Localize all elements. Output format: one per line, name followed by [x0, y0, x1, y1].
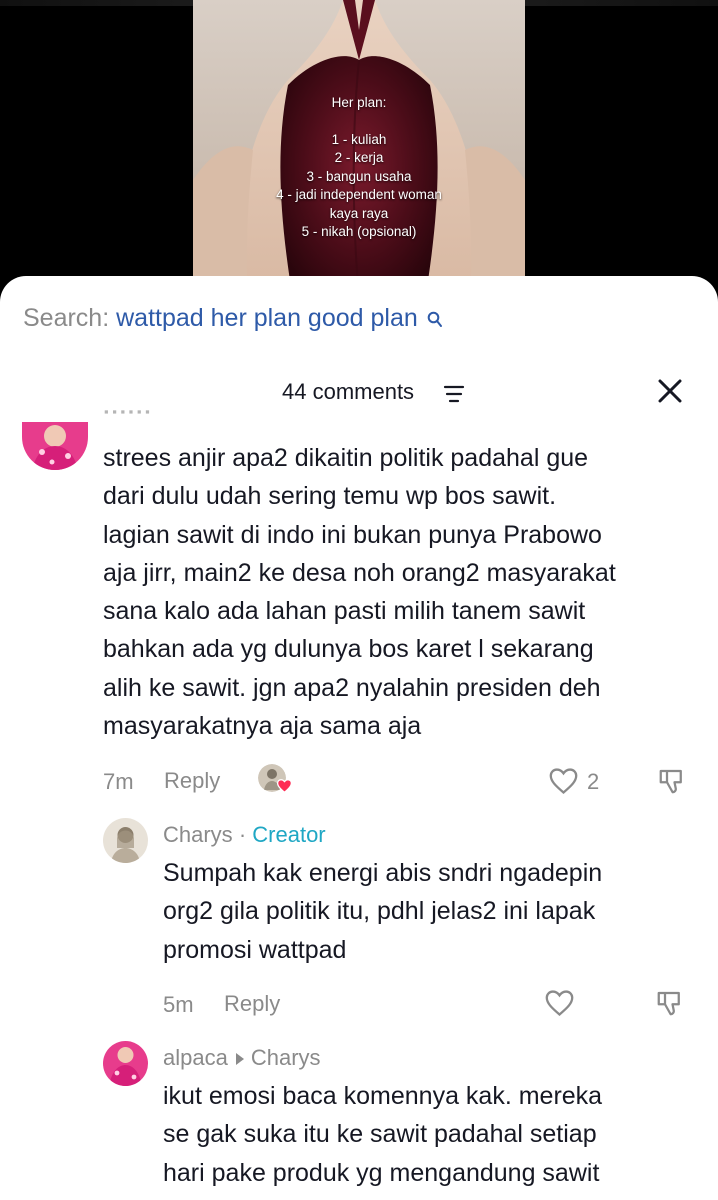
reply-line: promosi wattpad	[163, 935, 347, 964]
caption-line: 3 - bangun usaha	[306, 168, 412, 184]
close-icon[interactable]	[657, 378, 683, 409]
name-separator: ·	[238, 822, 247, 847]
caption-line: 1 - kuliah	[331, 131, 387, 147]
caption-title: Her plan:	[331, 95, 387, 110]
comment-line: aja jirr, main2 ke desa noh orang2 masya…	[103, 558, 616, 587]
reply-to-name[interactable]: Charys	[251, 1045, 321, 1070]
dislike-icon[interactable]	[656, 766, 688, 801]
comment-line: masyarakatnya aja sama aja	[103, 712, 422, 741]
search-term-link[interactable]: wattpad her plan good plan	[116, 304, 418, 332]
like-count: 2	[587, 769, 600, 794]
comment-timestamp: 7m	[103, 769, 134, 794]
caption-line: 2 - kerja	[334, 150, 384, 165]
reply-line: se gak suka itu ke sawit padahal setiap	[163, 1120, 597, 1149]
video-area[interactable]: Her plan: 1 - kuliah 2 - kerja 3 - bangu…	[0, 0, 718, 300]
caption-line: 5 - nikah (opsional)	[301, 224, 417, 239]
reply-timestamp: 5m	[163, 992, 194, 1017]
search-icon[interactable]	[427, 307, 443, 336]
comments-sheet: Search: wattpad her plan good plan 44 co…	[0, 276, 718, 1200]
reply-text: ikut emosi baca komennya kak. mereka se …	[163, 1077, 602, 1192]
reply-to-arrow-icon	[235, 1052, 244, 1065]
video-thumbnail[interactable]: Her plan: 1 - kuliah 2 - kerja 3 - bangu…	[193, 0, 525, 300]
heart-badge-icon	[276, 779, 293, 798]
reply-text: Sumpah kak energi abis sndri ngadepin or…	[163, 854, 602, 969]
comments-header: 44 comments	[0, 376, 718, 408]
comment-text: strees anjir apa2 dikaitin politik padah…	[103, 439, 616, 745]
search-prefix: Search:	[23, 304, 110, 332]
reply-avatar[interactable]	[103, 1041, 148, 1086]
like-heart-icon[interactable]	[544, 989, 575, 1022]
comment-line: dari dulu udah sering temu wp bos sawit.	[103, 482, 557, 511]
cutoff-username: ▪ ▪ ▪ ▪ ▪ ▪	[104, 410, 150, 418]
reply-line: org2 gila politik itu, pdhl jelas2 ini l…	[163, 897, 596, 926]
dislike-icon[interactable]	[654, 988, 686, 1023]
video-caption: Her plan: 1 - kuliah 2 - kerja 3 - bangu…	[193, 94, 525, 242]
comment-line: strees anjir apa2 dikaitin politik padah…	[103, 444, 589, 472]
comment-line: alih ke sawit. jgn apa2 nyalahin preside…	[103, 673, 601, 702]
reply-avatar[interactable]	[103, 818, 148, 863]
filter-icon[interactable]	[443, 385, 465, 408]
author-name[interactable]: Charys	[163, 822, 233, 847]
reply-line: ikut emosi baca komennya kak. mereka	[163, 1082, 603, 1110]
caption-line: 4 - jadi independent woman	[276, 187, 442, 202]
reply-line: hari pake produk yg mengandung sawit	[163, 1158, 600, 1187]
reply-line: Sumpah kak energi abis sndri ngadepin	[163, 859, 603, 887]
author-name[interactable]: alpaca	[163, 1045, 228, 1070]
avatar[interactable]	[22, 422, 88, 470]
reply-button[interactable]: Reply	[164, 768, 220, 794]
comment-line: sana kalo ada lahan pasti milih tanem sa…	[103, 597, 586, 626]
like-heart-icon[interactable]	[548, 767, 579, 800]
reply-author[interactable]: Charys · Creator	[163, 822, 326, 848]
comment-line: lagian sawit di indo ini bukan punya Pra…	[103, 520, 602, 549]
comment-line: bahkan ada yg dulunya bos karet l sekara…	[103, 635, 594, 664]
caption-line: kaya raya	[329, 205, 389, 221]
reply-author[interactable]: alpaca Charys	[163, 1045, 321, 1071]
reply-button[interactable]: Reply	[224, 991, 280, 1017]
search-suggestion[interactable]: Search: wattpad her plan good plan	[23, 304, 443, 336]
creator-badge: Creator	[252, 822, 326, 847]
comments-count-title: 44 comments	[282, 379, 415, 404]
